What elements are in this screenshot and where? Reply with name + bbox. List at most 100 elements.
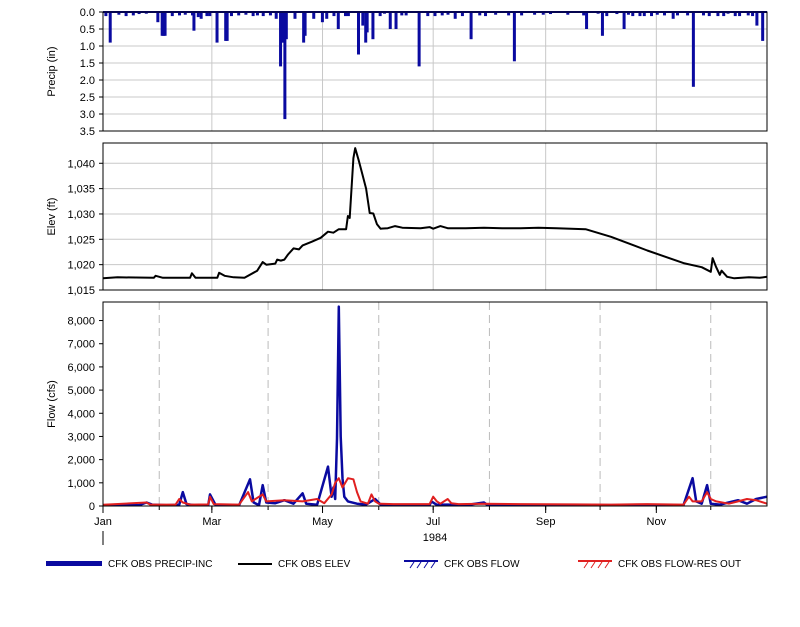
flow-tick-label: 4,000: [67, 408, 95, 420]
flow-tick-label: 6,000: [67, 362, 95, 374]
precip-bar: [225, 12, 229, 41]
precip-tick-label: 1.5: [80, 58, 95, 70]
precip-bar: [284, 12, 288, 40]
legend: CFK OBS PRECIP-INC CFK OBS ELEV CFK OBS …: [0, 556, 800, 572]
flow-tick-label: 5,000: [67, 385, 95, 397]
precip-bar: [671, 12, 675, 19]
precip-bar: [746, 12, 750, 16]
precip-bar: [371, 12, 375, 40]
precip-panel: 0.0 0.5 1.0 1.5 2.0 2.5 3.0 3.5 Precip (in): [46, 7, 768, 138]
precip-bar: [478, 12, 482, 16]
precip-bar: [650, 12, 654, 17]
precip-bar: [293, 12, 297, 19]
precip-bar: [325, 12, 329, 19]
legend-swatch-flow: [404, 558, 438, 570]
precip-bar: [691, 12, 695, 87]
x-tick-label: Mar: [202, 516, 221, 528]
precip-bar: [686, 12, 690, 16]
flow-ylabel: Flow (cfs): [46, 380, 58, 428]
precip-tick-label: 0.5: [80, 24, 95, 36]
legend-swatch-elev: [238, 558, 272, 570]
precip-tick-label: 0.0: [80, 7, 95, 19]
precip-bar: [520, 12, 524, 16]
precip-bar: [642, 12, 646, 17]
elevation-panel: 1,015 1,020 1,025 1,030 1,035 1,040 Elev (ft): [46, 142, 768, 297]
precip-tick-label: 3.0: [80, 109, 95, 121]
x-tick-label: Jan: [94, 516, 112, 528]
precip-bar: [346, 12, 350, 17]
precip-bar: [237, 12, 241, 16]
precip-bar: [512, 12, 516, 62]
legend-swatch-resout: [578, 558, 612, 570]
legend-label-resout: CFK OBS FLOW-RES OUT: [618, 558, 742, 570]
precip-bar: [638, 12, 642, 17]
precip-bar: [332, 12, 336, 17]
precip-bar: [199, 12, 203, 19]
flow-tick-label: 3,000: [67, 431, 95, 443]
precip-bar: [622, 12, 626, 29]
precip-bar: [707, 12, 711, 17]
precip-tick-label: 2.0: [80, 75, 95, 87]
precip-bar: [205, 12, 209, 17]
precip-bar: [440, 12, 444, 16]
legend-item-elev: CFK OBS ELEV: [238, 556, 350, 572]
precip-bar: [676, 12, 680, 16]
elev-tick-label: 1,025: [67, 234, 95, 246]
elev-tick-label: 1,015: [67, 285, 95, 297]
legend-swatch-precip: [46, 558, 102, 570]
x-axis: Jan Mar May Jul Sep Nov 1984: [94, 506, 712, 545]
legend-label-precip: CFK OBS PRECIP-INC: [108, 558, 213, 570]
precip-bar: [733, 12, 737, 17]
precip-bar: [755, 12, 759, 26]
precip-bar: [404, 12, 408, 16]
precip-bar: [170, 12, 174, 17]
precip-bar: [192, 12, 196, 31]
precip-bar: [388, 12, 392, 29]
precip-ylabel: Precip (in): [46, 46, 58, 96]
precip-bar: [156, 12, 160, 23]
precip-bar: [163, 12, 167, 36]
precip-bar: [453, 12, 457, 19]
x-tick-label: Jul: [426, 516, 440, 528]
elev-tick-label: 1,035: [67, 184, 95, 196]
precip-bar: [108, 12, 112, 43]
precip-bar: [394, 12, 398, 29]
precip-bar: [196, 12, 200, 18]
flow-tick-label: 0: [89, 501, 95, 513]
precip-bar: [303, 12, 307, 36]
precip-bar: [631, 12, 635, 17]
precip-bar: [361, 12, 365, 26]
precip-bar: [124, 12, 128, 17]
precip-bar: [251, 12, 255, 17]
precip-bar: [738, 12, 742, 17]
precip-bar: [312, 12, 316, 19]
precip-bar: [274, 12, 278, 19]
flow-tick-label: 2,000: [67, 455, 95, 467]
precip-bar: [378, 12, 382, 17]
precip-bar: [229, 12, 233, 17]
x-tick-label: May: [312, 516, 333, 528]
precip-bar: [761, 12, 765, 41]
legend-item-precip: CFK OBS PRECIP-INC: [46, 556, 212, 572]
precip-bar: [178, 12, 182, 16]
precip-bar: [336, 12, 340, 29]
precip-bar: [104, 12, 108, 17]
precip-bar: [320, 12, 324, 23]
precip-bar: [469, 12, 473, 40]
precip-bar: [716, 12, 720, 17]
elev-tick-label: 1,020: [67, 260, 95, 272]
precip-bar: [365, 12, 369, 33]
precip-bar: [208, 12, 212, 17]
flow-tick-label: 8,000: [67, 316, 95, 328]
elev-tick-label: 1,040: [67, 158, 95, 170]
flow-panel: 0 1,000 2,000 3,000 4,000 5,000 6,000 7,000 8,00…: [46, 301, 768, 513]
precip-bar: [417, 12, 421, 67]
x-tick-label: Nov: [647, 516, 667, 528]
precip-bar: [582, 12, 586, 16]
x-tick-label: Sep: [536, 516, 556, 528]
precip-bar: [344, 12, 348, 17]
precip-bar: [460, 12, 464, 17]
precip-bar: [261, 12, 265, 17]
precip-bar: [507, 12, 511, 16]
flow-plot-bg: [103, 302, 767, 506]
